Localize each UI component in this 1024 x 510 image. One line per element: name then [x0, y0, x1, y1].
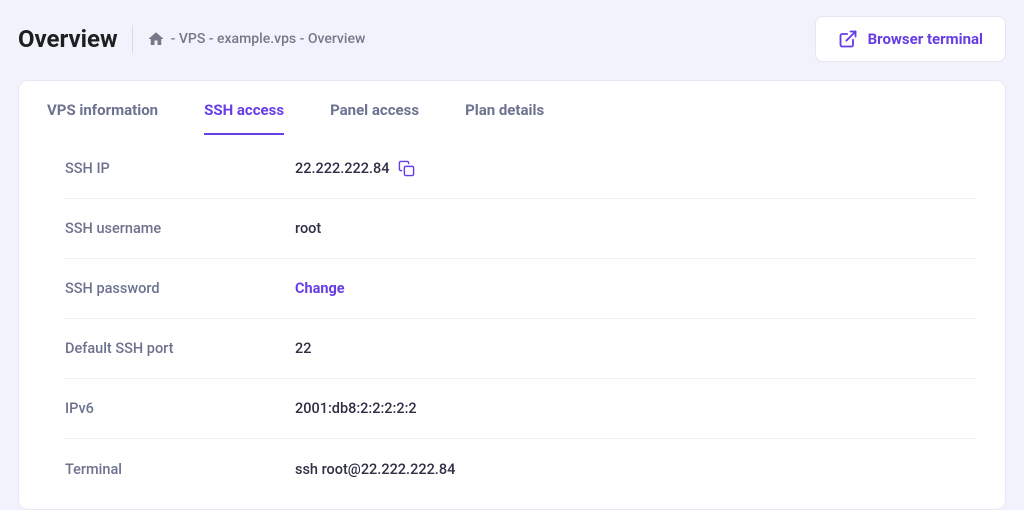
row-ssh-username: SSH username root: [65, 199, 977, 259]
home-icon: [147, 30, 165, 48]
row-ssh-password: SSH password Change: [65, 259, 977, 319]
ssh-ip-label: SSH IP: [65, 160, 295, 177]
ssh-username-value: root: [295, 220, 321, 237]
copy-icon[interactable]: [398, 160, 415, 177]
ipv6-value: 2001:db8:2:2:2:2:2: [295, 400, 417, 417]
terminal-label: Terminal: [65, 461, 295, 478]
change-password-link[interactable]: Change: [295, 280, 345, 297]
external-link-icon: [838, 29, 858, 49]
browser-terminal-label: Browser terminal: [868, 30, 983, 48]
page-header: Overview - VPS - example.vps - Overview …: [18, 16, 1006, 62]
row-ssh-port: Default SSH port 22: [65, 319, 977, 379]
overview-card: VPS information SSH access Panel access …: [18, 80, 1006, 510]
ssh-username-label: SSH username: [65, 220, 295, 237]
ssh-ip-value-container: 22.222.222.84: [295, 160, 415, 177]
row-ssh-ip: SSH IP 22.222.222.84: [65, 139, 977, 199]
divider: [132, 25, 133, 53]
browser-terminal-button[interactable]: Browser terminal: [815, 16, 1006, 62]
breadcrumb[interactable]: - VPS - example.vps - Overview: [147, 30, 366, 48]
tab-ssh-access[interactable]: SSH access: [204, 101, 284, 135]
page-title: Overview: [18, 25, 118, 53]
ssh-port-value: 22: [295, 340, 311, 357]
ssh-port-label: Default SSH port: [65, 340, 295, 357]
ipv6-label: IPv6: [65, 400, 295, 417]
terminal-value: ssh root@22.222.222.84: [295, 461, 455, 478]
ssh-ip-value: 22.222.222.84: [295, 160, 390, 177]
row-terminal: Terminal ssh root@22.222.222.84: [65, 439, 977, 499]
tab-panel-access[interactable]: Panel access: [330, 101, 419, 135]
tabs: VPS information SSH access Panel access …: [47, 81, 977, 135]
ssh-password-label: SSH password: [65, 280, 295, 297]
tab-vps-information[interactable]: VPS information: [47, 101, 158, 135]
ssh-details: SSH IP 22.222.222.84 SSH username root S…: [47, 135, 977, 499]
tab-plan-details[interactable]: Plan details: [465, 101, 544, 135]
breadcrumb-text: - VPS - example.vps - Overview: [171, 31, 366, 47]
row-ipv6: IPv6 2001:db8:2:2:2:2:2: [65, 379, 977, 439]
